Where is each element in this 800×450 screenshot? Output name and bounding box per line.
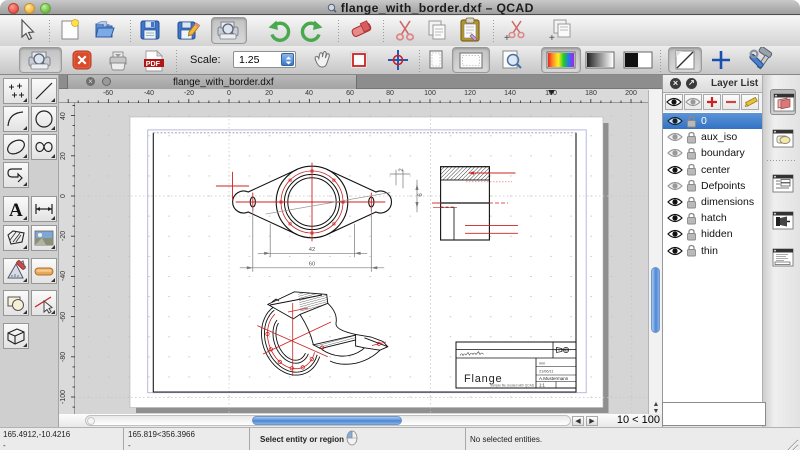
svg-text:+: + (549, 33, 555, 43)
svg-text:A.Mustermann: A.Mustermann (539, 376, 569, 381)
svg-text:+: + (504, 33, 510, 43)
svg-text:mm: mm (539, 362, 545, 366)
svg-text:A: A (9, 200, 23, 221)
svg-text:42: 42 (309, 247, 315, 253)
svg-text:60: 60 (309, 261, 315, 267)
svg-text:PDF: PDF (146, 59, 161, 68)
svg-text:1:1: 1:1 (539, 383, 545, 388)
svg-text:21/06/11: 21/06/11 (539, 370, 554, 374)
svg-text:Sample file created with QCAD: Sample file created with QCAD (490, 384, 535, 388)
